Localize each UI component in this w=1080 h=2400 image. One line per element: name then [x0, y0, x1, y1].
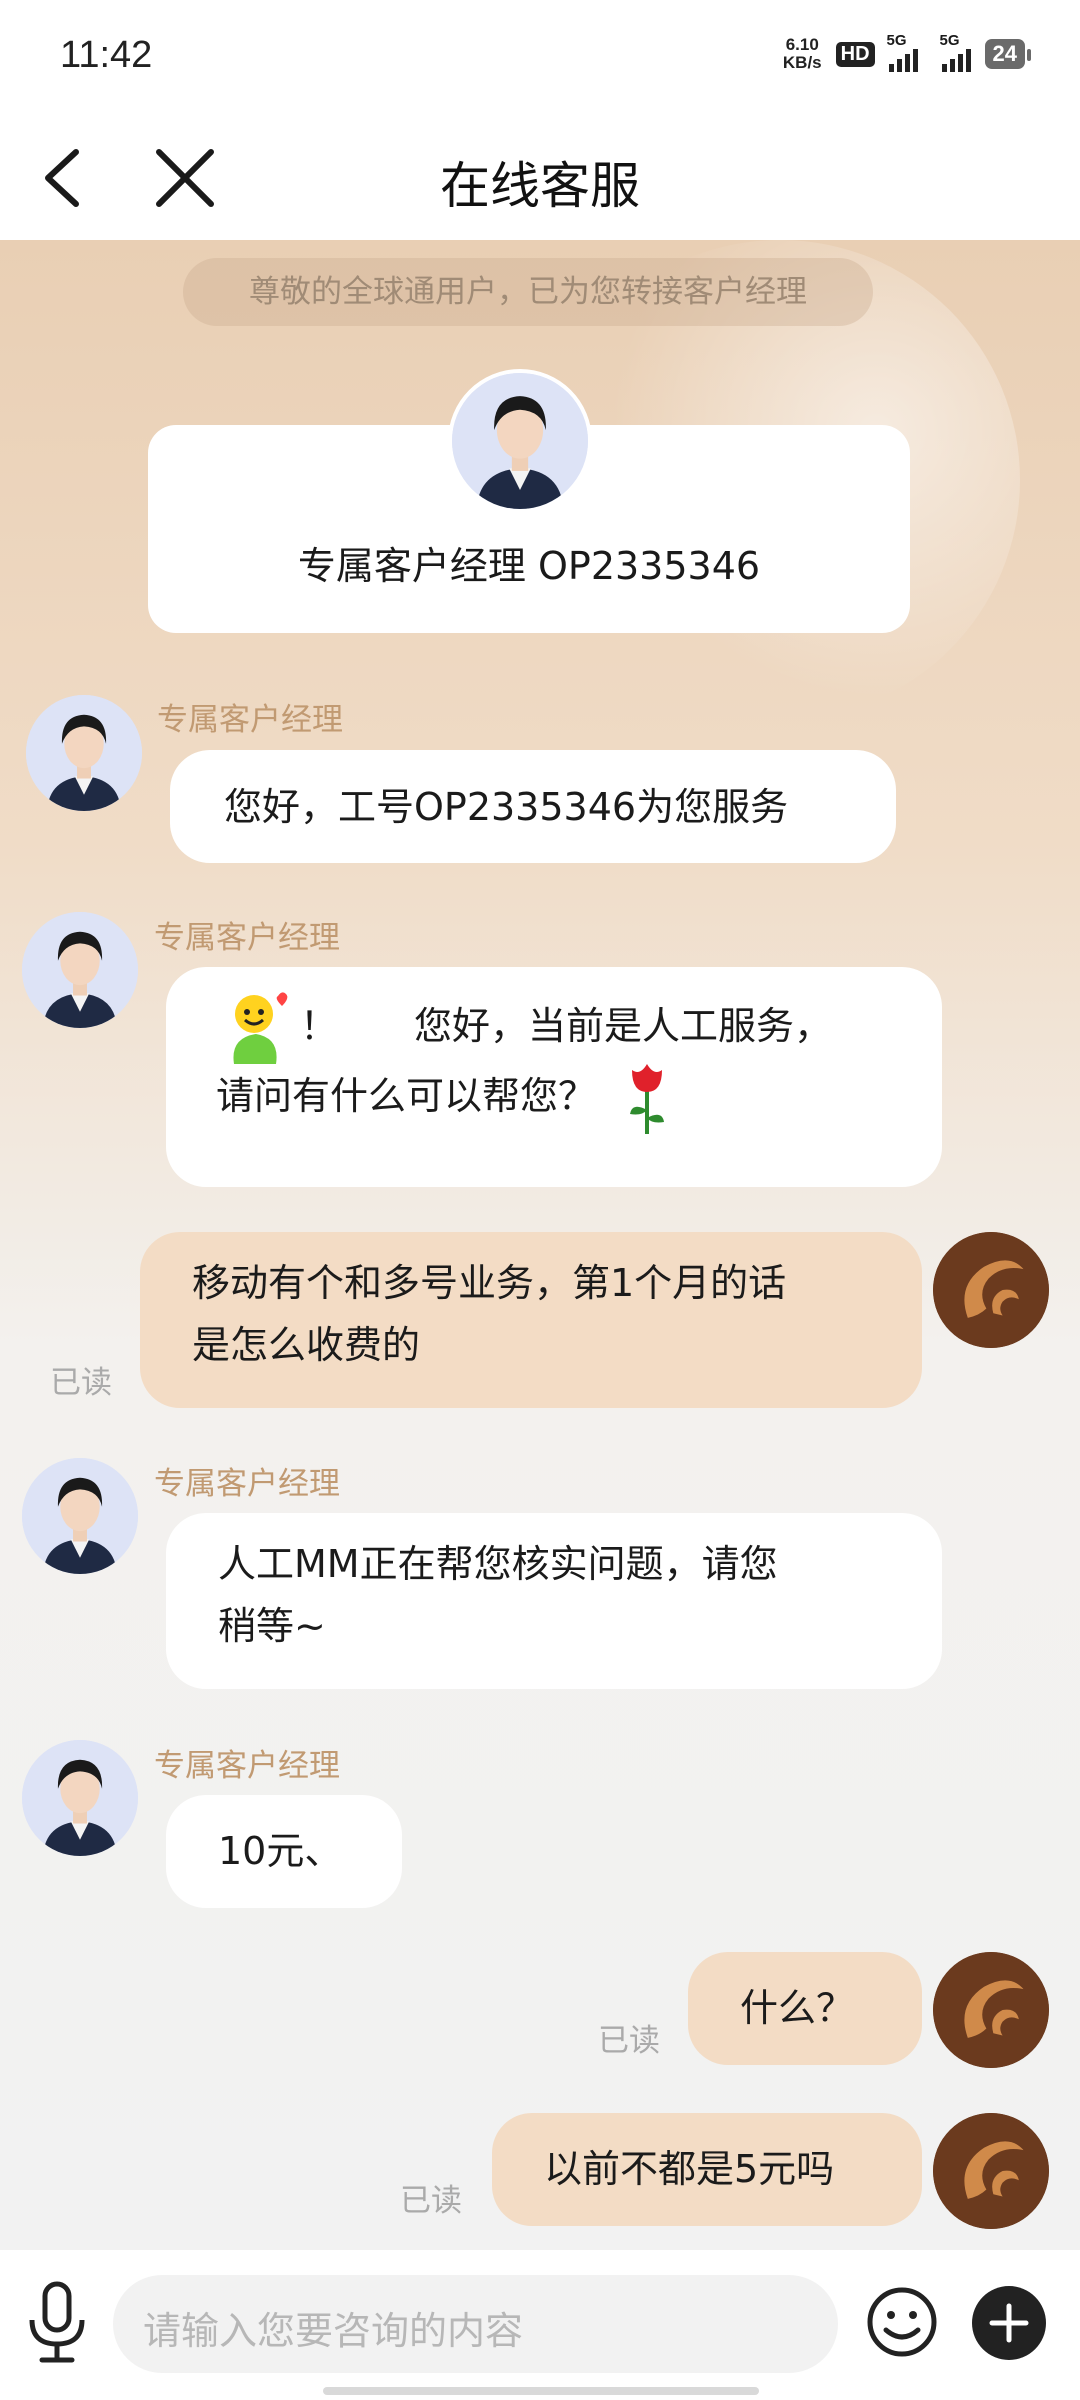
message-line: 请问有什么可以帮您？ [216, 1061, 892, 1134]
input-placeholder: 请输入您要咨询的内容 [143, 2309, 524, 2353]
waving-smiley-icon [233, 992, 288, 1064]
message-text: ！ 您好，当前是人工服务， [300, 1004, 833, 1048]
plus-icon [989, 2303, 1029, 2343]
voice-button[interactable] [22, 2278, 92, 2368]
network-speed: 6.10 KB/s [783, 36, 822, 72]
status-bar: 11:42 6.10 KB/s HD 5G 5G 24 [0, 0, 1080, 118]
agent-avatar[interactable] [26, 695, 142, 811]
message-text: 以前不都是5元吗 [544, 2147, 835, 2191]
signal-icon: 5G [940, 32, 971, 72]
input-bar: 请输入您要咨询的内容 [0, 2250, 1080, 2400]
message-text: 移动有个和多号业务，第1个月的话 [192, 1261, 787, 1305]
signal-label: 5G [886, 32, 907, 49]
user-avatar[interactable] [933, 2113, 1049, 2229]
message-line: ！ 您好，当前是人工服务， [216, 992, 892, 1064]
read-status: 已读 [400, 2183, 462, 2219]
page-title: 在线客服 [440, 157, 640, 215]
read-status: 已读 [598, 2023, 660, 2059]
emoji-button[interactable] [866, 2286, 938, 2358]
message-input[interactable]: 请输入您要咨询的内容 [113, 2275, 838, 2373]
message-text: 是怎么收费的 [192, 1323, 421, 1367]
message-text: 什么？ [740, 1986, 855, 2030]
signal-icon: 5G [887, 32, 918, 72]
agent-message-bubble[interactable]: 您好，工号OP2335346为您服务 [170, 750, 896, 863]
network-speed-value: 6.10 [785, 35, 819, 54]
user-logo-icon [933, 1232, 1049, 1348]
network-speed-unit: KB/s [782, 53, 822, 72]
rose-icon [630, 1064, 665, 1134]
agent-portrait-icon [22, 1458, 138, 1574]
my-message-bubble[interactable]: 移动有个和多号业务，第1个月的话 是怎么收费的 [140, 1232, 922, 1408]
status-time: 11:42 [60, 34, 153, 76]
hd-badge: HD [835, 41, 875, 67]
message-text: 10元、 [218, 1829, 343, 1873]
sender-name: 专属客户经理 [154, 1466, 340, 1502]
user-logo-icon [933, 1952, 1049, 2068]
my-message-bubble[interactable]: 什么？ [688, 1952, 922, 2065]
manager-avatar [452, 373, 588, 509]
my-message-bubble[interactable]: 以前不都是5元吗 [492, 2113, 922, 2226]
home-indicator[interactable] [323, 2387, 759, 2395]
agent-avatar[interactable] [22, 1458, 138, 1574]
sender-name: 专属客户经理 [157, 702, 343, 738]
message-text: 请问有什么可以帮您？ [216, 1074, 597, 1118]
battery-icon: 24 [984, 39, 1032, 69]
agent-message-bubble[interactable]: 人工MM正在帮您核实问题，请您 稍等~ [166, 1513, 942, 1689]
sender-name: 专属客户经理 [154, 920, 340, 956]
message-text: 人工MM正在帮您核实问题，请您 [218, 1542, 778, 1586]
agent-message-bubble[interactable]: 10元、 [166, 1795, 402, 1908]
agent-portrait-icon [452, 373, 588, 509]
signal-label: 5G [939, 32, 960, 49]
agent-portrait-icon [26, 695, 142, 811]
agent-message-bubble[interactable]: ！ 您好，当前是人工服务， 请问有什么可以帮您？ [166, 967, 942, 1187]
chat-area[interactable]: 尊敬的全球通用户，已为您转接客户经理 专属客户经理 OP2335346 专属客户… [0, 240, 1080, 2250]
manager-card-name: 专属客户经理 OP2335346 [297, 544, 761, 588]
agent-avatar[interactable] [22, 1740, 138, 1856]
user-logo-icon [933, 2113, 1049, 2229]
user-avatar[interactable] [933, 1232, 1049, 1348]
message-text: 稍等~ [218, 1604, 326, 1648]
status-indicators: 6.10 KB/s HD 5G 5G 24 [783, 32, 1032, 72]
user-avatar[interactable] [933, 1952, 1049, 2068]
message-text: 您好，工号OP2335346为您服务 [224, 785, 789, 829]
smiley-icon [867, 2287, 937, 2357]
more-button[interactable] [972, 2286, 1046, 2360]
agent-avatar[interactable] [22, 912, 138, 1028]
read-status: 已读 [50, 1365, 112, 1401]
top-bar: 在线客服 [0, 118, 1080, 240]
agent-portrait-icon [22, 1740, 138, 1856]
microphone-icon [29, 2281, 85, 2363]
sender-name: 专属客户经理 [154, 1748, 340, 1784]
agent-portrait-icon [22, 912, 138, 1028]
transfer-notice: 尊敬的全球通用户，已为您转接客户经理 [183, 258, 873, 326]
